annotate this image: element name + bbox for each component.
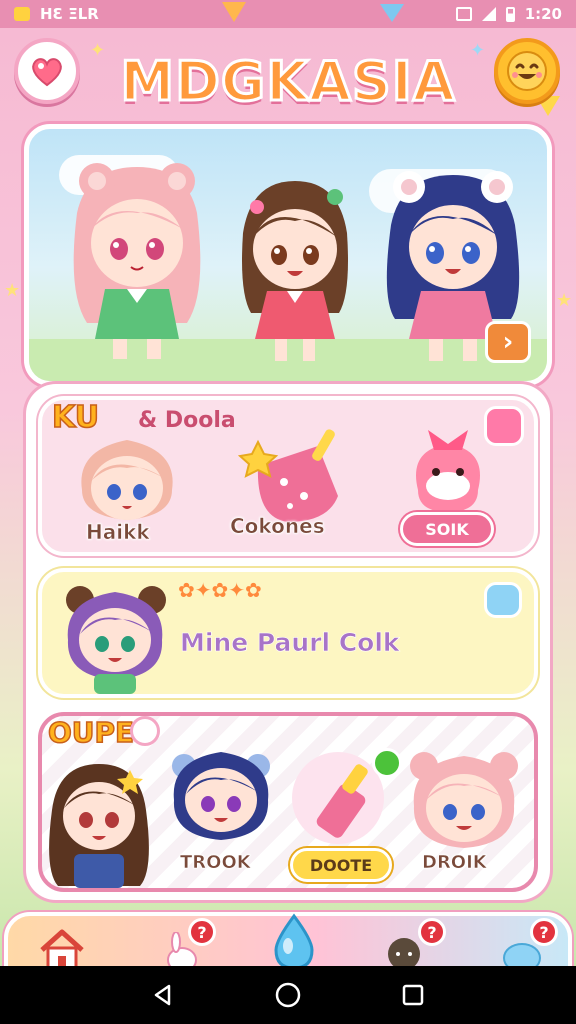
pink-bunny-mascot[interactable] — [398, 420, 498, 516]
featured-characters-banner[interactable]: › — [24, 124, 552, 386]
notification-badge: ? — [418, 918, 446, 946]
back-icon — [154, 984, 170, 1006]
home-button[interactable] — [274, 981, 302, 1009]
character-pink-bun[interactable] — [404, 744, 524, 864]
gift-button[interactable] — [14, 38, 80, 104]
home-circle-icon — [275, 982, 301, 1008]
notification-badge: ? — [530, 918, 558, 946]
decor-stars: ✿✦✿✦✿ — [178, 578, 262, 602]
chevron-right-icon: › — [502, 327, 514, 357]
friends-section: KU & Doola Haikk Cokones SOIK — [38, 396, 538, 556]
back-button[interactable] — [149, 981, 177, 1009]
character-pink-short[interactable] — [72, 430, 182, 526]
join-button-label: SOIK — [425, 519, 469, 539]
item-label: TROOK — [180, 852, 251, 874]
strawberry-drink-item[interactable] — [238, 426, 348, 526]
recents-icon — [403, 984, 424, 1006]
item-label: DROIK — [422, 852, 487, 874]
notification-badge: ? — [188, 918, 216, 946]
character-navy-short[interactable] — [166, 740, 276, 850]
game-title: MDGKASIA — [119, 48, 456, 114]
item-label: Cokones — [230, 514, 325, 539]
buy-button[interactable]: DOOTE — [290, 848, 392, 882]
system-nav-bar — [0, 966, 576, 1024]
battery-icon — [505, 6, 515, 22]
sparkle-icon: ★ — [556, 290, 573, 311]
signal-icon — [481, 7, 496, 21]
vibrate-icon — [455, 7, 472, 21]
sparkle-icon: ★ — [4, 280, 21, 301]
bunting-flag — [222, 2, 246, 22]
heart-icon — [32, 58, 62, 87]
status-bar: ΗƐ ΞLR 1:20 — [0, 0, 576, 28]
buy-button-label: DOOTE — [309, 855, 373, 875]
next-banner-button[interactable]: › — [485, 321, 531, 363]
new-item-dot — [372, 748, 402, 778]
character-pink-hair[interactable] — [57, 153, 217, 369]
bottom-nav: ? ? ? — [4, 912, 572, 972]
water-drop-icon — [274, 913, 314, 970]
status-left-text: ΗƐ ΞLR — [40, 5, 99, 23]
card-title: Mine Paurl Colk — [180, 628, 400, 658]
join-button[interactable]: SOIK — [400, 512, 494, 546]
sparkle-icon: ✦ — [470, 40, 486, 61]
profile-button[interactable] — [494, 38, 560, 104]
nav-characters[interactable]: ? — [374, 916, 446, 972]
character-brown-long[interactable] — [44, 750, 154, 890]
outfit-shop-section: OUPE TROOK DOOTE DROIK — [38, 712, 538, 892]
nav-center[interactable] — [258, 913, 330, 972]
featured-friend-card[interactable]: ✿✦✿✦✿ Mine Paurl Colk — [38, 568, 538, 698]
nav-shop[interactable]: ? — [492, 916, 558, 972]
character-purple-hair[interactable] — [60, 580, 170, 696]
nav-home[interactable] — [32, 916, 92, 972]
smile-face-icon — [507, 51, 547, 91]
character-brown-hair[interactable] — [225, 163, 365, 369]
app-notification-icon — [14, 7, 30, 21]
bunting-flag — [380, 4, 404, 22]
item-label: Haikk — [86, 520, 150, 545]
section-title: OUPE — [47, 716, 135, 750]
bunny-sticker-icon — [130, 716, 160, 746]
star-sticker-icon — [484, 582, 522, 618]
sparkle-icon: ✦ — [90, 40, 106, 61]
clock: 1:20 — [524, 5, 562, 23]
recents-button[interactable] — [399, 981, 427, 1009]
nav-friends[interactable]: ? — [152, 916, 216, 972]
